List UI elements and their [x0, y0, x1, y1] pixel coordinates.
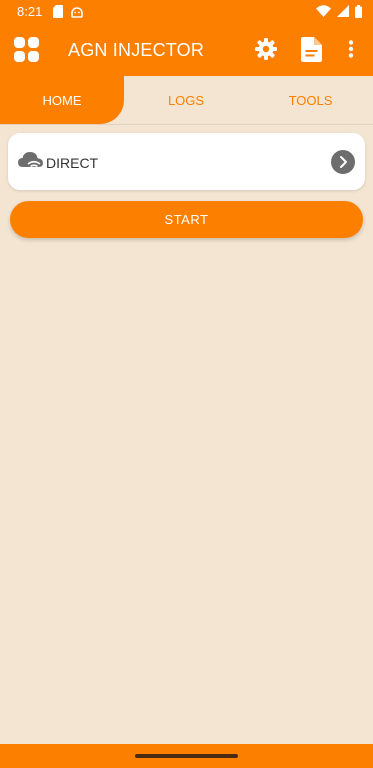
settings-gear-icon[interactable]	[254, 37, 278, 61]
status-time: 8:21	[17, 4, 43, 19]
tab-tools[interactable]: TOOLS	[248, 76, 373, 124]
cloud-wifi-icon	[18, 152, 43, 172]
tab-logs[interactable]: LOGS	[124, 76, 248, 124]
navigation-bar	[0, 744, 373, 768]
wifi-icon	[316, 5, 331, 17]
connection-mode-card[interactable]: DIRECT	[8, 133, 365, 190]
chevron-right-icon[interactable]	[331, 150, 355, 174]
connection-mode-label: DIRECT	[46, 155, 99, 171]
tab-bar: HOME LOGS TOOLS	[0, 76, 373, 124]
app-title: AGN INJECTOR	[68, 40, 205, 60]
tab-home[interactable]: HOME	[0, 76, 124, 124]
sd-card-icon	[53, 5, 63, 18]
status-icons-right	[316, 5, 362, 18]
chevron-glyph	[340, 156, 347, 168]
android-robot-icon	[71, 7, 83, 18]
more-vert-icon[interactable]	[348, 40, 354, 58]
start-button[interactable]: START	[10, 201, 363, 238]
tabs-divider	[0, 124, 373, 125]
app-bar: AGN INJECTOR	[0, 24, 373, 76]
apps-grid-icon[interactable]	[14, 37, 40, 63]
cellular-signal-icon	[337, 5, 349, 17]
status-icons-left	[53, 5, 83, 18]
gesture-handle[interactable]	[135, 754, 238, 758]
status-bar: 8:21	[0, 0, 373, 24]
battery-icon	[355, 5, 362, 18]
document-icon[interactable]	[301, 37, 322, 62]
